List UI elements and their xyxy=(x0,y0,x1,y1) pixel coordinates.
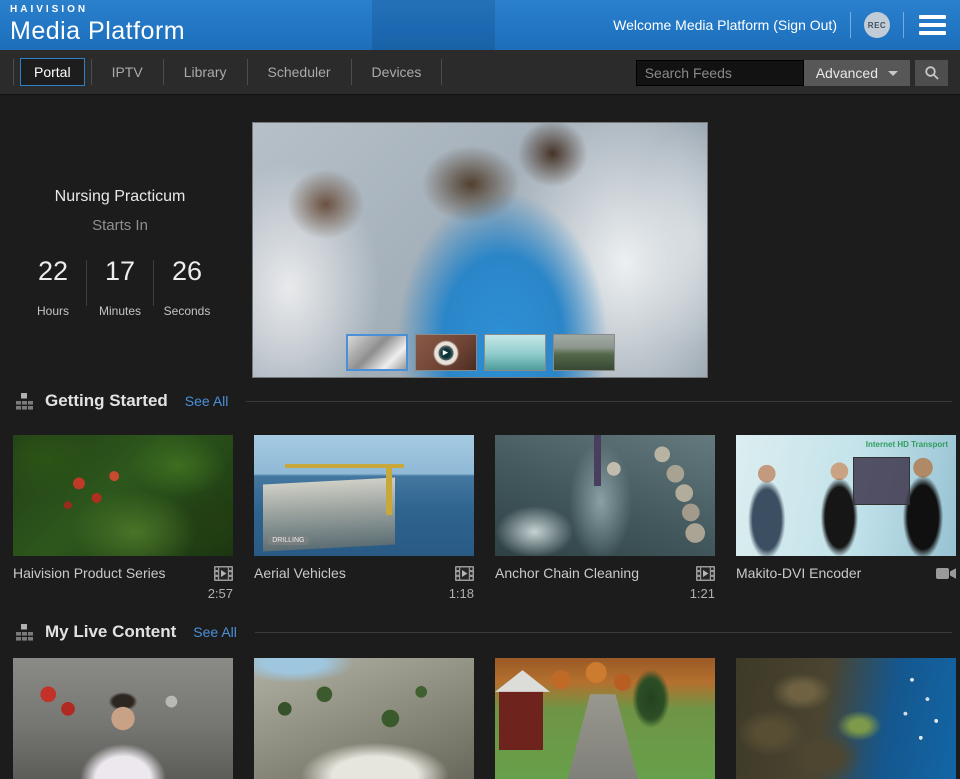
video-card: Haivision Product Series 2:57 xyxy=(13,435,233,601)
film-video-icon xyxy=(214,566,233,581)
evergreen-shape xyxy=(627,665,675,740)
brand-line1: HAIVISION xyxy=(10,5,185,15)
header-shade xyxy=(372,0,495,50)
carousel-thumb-eye[interactable]: ▶ xyxy=(415,334,477,371)
video-thumbnail-coral-reef[interactable] xyxy=(736,658,956,779)
tab-divider xyxy=(91,59,92,85)
video-card: DRILLING Aerial Vehicles 1:18 xyxy=(254,435,474,601)
minutes-label: Minutes xyxy=(89,304,151,318)
video-card xyxy=(254,658,474,779)
brand-logo[interactable]: HAIVISION Media Platform xyxy=(10,5,185,44)
carousel-thumbnails: ▶ xyxy=(253,334,707,371)
rec-badge[interactable]: REC xyxy=(864,12,890,38)
tab-scheduler[interactable]: Scheduler xyxy=(254,58,345,86)
countdown-subtitle: Starts In xyxy=(0,217,240,234)
countdown-divider xyxy=(153,260,154,306)
advanced-label: Advanced xyxy=(816,65,878,81)
tab-divider xyxy=(441,59,442,85)
video-title[interactable]: Aerial Vehicles xyxy=(254,565,346,581)
presentation-screen xyxy=(853,457,910,505)
nav-tabs: Portal IPTV Library Scheduler Devices xyxy=(13,58,442,86)
thumbnail-overlay-text: Internet HD Transport xyxy=(866,440,948,449)
video-card xyxy=(13,658,233,779)
seconds-value: 26 xyxy=(156,256,218,287)
tab-library[interactable]: Library xyxy=(170,58,241,86)
tab-devices[interactable]: Devices xyxy=(358,58,436,86)
video-thumbnail-studio-presenter[interactable] xyxy=(13,658,233,779)
barn-shape xyxy=(499,689,543,750)
film-video-icon xyxy=(696,566,715,581)
video-card xyxy=(736,658,956,779)
countdown-hours: 22 Hours xyxy=(22,256,84,318)
film-video-icon xyxy=(455,566,474,581)
video-title[interactable]: Haivision Product Series xyxy=(13,565,166,581)
carousel-thumb-medical-grayscale[interactable] xyxy=(346,334,408,371)
hours-value: 22 xyxy=(22,256,84,287)
section-title: My Live Content xyxy=(45,622,176,642)
countdown-seconds: 26 Seconds xyxy=(156,256,218,318)
video-thumbnail-rocky-cliffs[interactable] xyxy=(254,658,474,779)
countdown-divider xyxy=(86,260,87,306)
welcome-signout-link[interactable]: Welcome Media Platform (Sign Out) xyxy=(613,17,837,33)
search-button[interactable] xyxy=(915,60,948,86)
section-title: Getting Started xyxy=(45,391,168,411)
tab-iptv[interactable]: IPTV xyxy=(98,58,157,86)
barn-roof-shape xyxy=(495,670,550,692)
app-header: HAIVISION Media Platform Welcome Media P… xyxy=(0,0,960,50)
hours-label: Hours xyxy=(22,304,84,318)
play-icon: ▶ xyxy=(437,344,454,361)
tab-divider xyxy=(13,59,14,85)
sitemap-icon xyxy=(14,624,34,641)
video-card: Anchor Chain Cleaning 1:21 xyxy=(495,435,715,601)
section-getting-started-header: Getting Started See All xyxy=(0,390,960,412)
advanced-dropdown-button[interactable]: Advanced xyxy=(804,60,910,86)
video-thumbnail-interview[interactable]: Internet HD Transport xyxy=(736,435,956,556)
see-all-link[interactable]: See All xyxy=(185,393,229,409)
search-icon xyxy=(924,65,940,81)
thumbnail-watermark: DRILLING xyxy=(267,536,309,545)
tab-divider xyxy=(351,59,352,85)
chain-hoist xyxy=(594,435,601,486)
live-camera-icon xyxy=(936,567,956,580)
search-input[interactable] xyxy=(636,60,804,86)
header-divider xyxy=(903,12,904,38)
carousel-thumb-hospital[interactable] xyxy=(484,334,546,371)
section-divider-line xyxy=(255,632,952,633)
header-divider xyxy=(850,12,851,38)
section-divider-line xyxy=(246,401,952,402)
carousel-thumb-lake[interactable] xyxy=(553,334,615,371)
video-thumbnail-anchor-chain[interactable] xyxy=(495,435,715,556)
video-thumbnail-offshore-platform[interactable]: DRILLING xyxy=(254,435,474,556)
brand-line2: Media Platform xyxy=(10,19,185,44)
getting-started-card-row: Haivision Product Series 2:57 DRILLING A… xyxy=(13,435,956,601)
countdown-event-title: Nursing Practicum xyxy=(0,188,240,206)
hero-carousel[interactable]: ▶ xyxy=(252,122,708,378)
seconds-label: Seconds xyxy=(156,304,218,318)
section-my-live-content-header: My Live Content See All xyxy=(0,621,960,643)
minutes-value: 17 xyxy=(89,256,151,287)
video-card: Internet HD Transport Makito-DVI Encoder xyxy=(736,435,956,601)
video-duration: 1:18 xyxy=(254,586,474,601)
event-countdown: Nursing Practicum Starts In 22 Hours 17 … xyxy=(0,188,240,318)
video-duration: 2:57 xyxy=(13,586,233,601)
see-all-link[interactable]: See All xyxy=(193,624,237,640)
video-thumbnail-jungle[interactable] xyxy=(13,435,233,556)
countdown-minutes: 17 Minutes xyxy=(89,256,151,318)
tab-divider xyxy=(163,59,164,85)
video-title[interactable]: Anchor Chain Cleaning xyxy=(495,565,639,581)
video-title[interactable]: Makito-DVI Encoder xyxy=(736,565,861,581)
video-thumbnail-autumn-road[interactable] xyxy=(495,658,715,779)
tab-portal[interactable]: Portal xyxy=(20,58,85,86)
tab-divider xyxy=(247,59,248,85)
chevron-down-icon xyxy=(888,71,898,76)
navbar: Portal IPTV Library Scheduler Devices Ad… xyxy=(0,50,960,95)
my-live-content-card-row xyxy=(13,658,956,779)
hamburger-menu-icon[interactable] xyxy=(917,11,948,39)
video-duration: 1:21 xyxy=(495,586,715,601)
sitemap-icon xyxy=(14,393,34,410)
video-card xyxy=(495,658,715,779)
video-duration xyxy=(736,586,956,601)
crane-mast xyxy=(386,464,392,515)
